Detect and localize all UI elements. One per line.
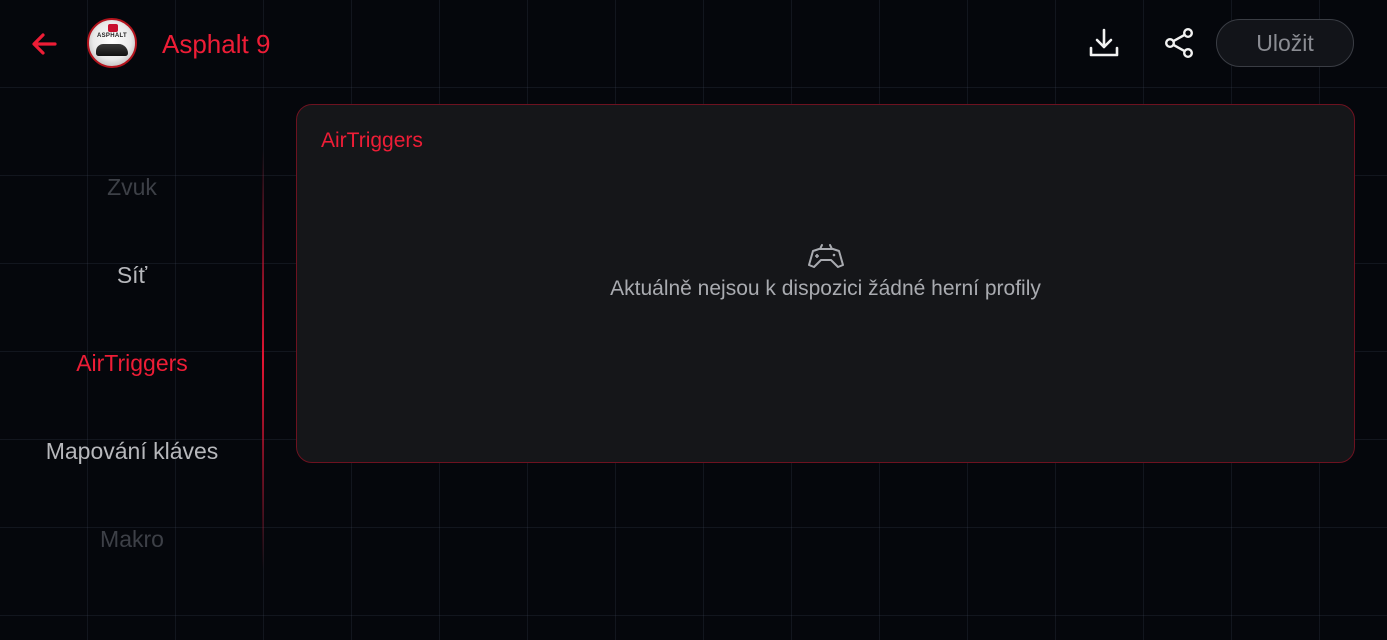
top-bar: ASPHALT Asphalt 9 Uložit bbox=[0, 0, 1387, 88]
share-icon[interactable] bbox=[1162, 26, 1196, 60]
avatar-brand-text: ASPHALT bbox=[97, 33, 127, 39]
avatar-badge-icon bbox=[108, 24, 118, 32]
sidebar-item-makro[interactable]: Makro bbox=[0, 509, 264, 569]
gamepad-icon bbox=[808, 244, 844, 268]
empty-state-message: Aktuálně nejsou k dispozici žádné herní … bbox=[610, 277, 1041, 300]
sidebar-item-airtriggers[interactable]: AirTriggers bbox=[0, 333, 264, 393]
sidebar-item-mapovani-klaves[interactable]: Mapování kláves bbox=[0, 421, 264, 481]
back-arrow-icon[interactable] bbox=[28, 28, 60, 60]
sidebar-nav: Zvuk Síť AirTriggers Mapování kláves Mak… bbox=[0, 140, 264, 580]
app-avatar: ASPHALT bbox=[87, 18, 137, 68]
sidebar-item-sit[interactable]: Síť bbox=[0, 245, 264, 305]
sidebar-divider bbox=[262, 150, 264, 570]
sidebar-item-zvuk[interactable]: Zvuk bbox=[0, 157, 264, 217]
download-icon[interactable] bbox=[1087, 26, 1121, 60]
app-title: Asphalt 9 bbox=[162, 29, 271, 59]
save-button[interactable]: Uložit bbox=[1216, 19, 1354, 67]
airtriggers-panel: AirTriggers Aktuálně nejsou k dispozici … bbox=[296, 104, 1355, 463]
car-icon bbox=[96, 44, 128, 56]
panel-title: AirTriggers bbox=[321, 129, 423, 152]
